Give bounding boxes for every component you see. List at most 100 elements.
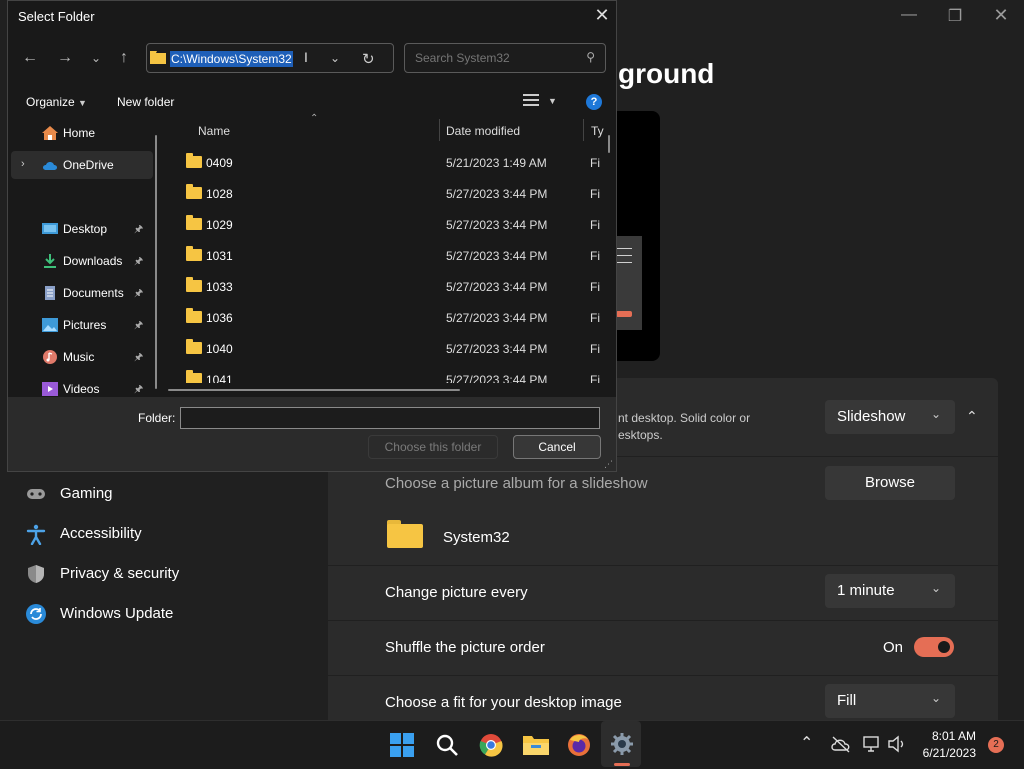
change-every-dropdown[interactable]: 1 minute ⌄ — [825, 574, 955, 608]
table-row[interactable]: 0409 5/21/2023 1:49 AM Fi — [166, 147, 610, 177]
chevron-down-icon: ⌄ — [930, 581, 941, 595]
file-name: 1031 — [206, 249, 233, 263]
table-row[interactable]: 1029 5/27/2023 3:44 PM Fi — [166, 209, 610, 239]
column-divider[interactable] — [439, 119, 440, 141]
forward-button[interactable]: → — [55, 49, 75, 67]
file-name: 1036 — [206, 311, 233, 325]
resize-grip-icon[interactable]: ⋰ — [604, 459, 613, 470]
clock-time[interactable]: 8:01 AM — [930, 729, 976, 743]
pin-icon[interactable]: 🖈 — [134, 318, 143, 335]
table-row[interactable]: 1033 5/27/2023 3:44 PM Fi — [166, 271, 610, 301]
folder-icon — [387, 520, 423, 548]
maximize-button[interactable]: ❐ — [935, 6, 975, 26]
chevron-up-icon[interactable]: ⌃ — [966, 408, 978, 425]
view-options-icon[interactable] — [523, 94, 539, 108]
document-icon — [45, 286, 55, 300]
network-icon[interactable] — [863, 735, 883, 753]
refresh-button[interactable]: ↻ — [362, 50, 375, 68]
taskbar: ⌃ 8:01 AM 6/21/2023 2 — [0, 720, 1024, 769]
videos-icon — [42, 382, 58, 396]
minimize-button[interactable]: — — [889, 6, 929, 24]
chevron-right-icon[interactable]: › — [21, 158, 25, 170]
nav-pane-item-home[interactable]: Home — [8, 119, 153, 147]
nav-pane-item-desktop[interactable]: Desktop 🖈 — [8, 215, 153, 243]
nav-pane-scrollbar[interactable] — [155, 135, 157, 389]
nav-pane-label: Home — [63, 126, 96, 140]
firefox-icon[interactable] — [567, 733, 591, 757]
search-icon[interactable] — [435, 733, 459, 757]
clock-date[interactable]: 6/21/2023 — [918, 746, 976, 760]
nav-pane-item-music[interactable]: Music 🖈 — [8, 343, 153, 371]
search-input[interactable] — [413, 50, 577, 66]
browse-label: Browse — [864, 474, 916, 491]
organize-button[interactable]: Organize ▼ — [26, 95, 87, 109]
pin-icon[interactable]: 🖈 — [134, 286, 143, 303]
cloud-offline-icon[interactable] — [831, 735, 851, 753]
close-button[interactable]: ✕ — [981, 5, 1021, 26]
sort-ascending-icon: ⌃ — [310, 113, 319, 124]
start-icon[interactable] — [390, 733, 414, 757]
view-dropdown-button[interactable]: ▼ — [548, 96, 557, 106]
table-row[interactable]: 1031 5/27/2023 3:44 PM Fi — [166, 240, 610, 270]
folder-icon — [150, 51, 166, 64]
background-type-dropdown[interactable]: Slideshow ⌄ — [825, 400, 955, 434]
file-name: 1028 — [206, 187, 233, 201]
change-every-value: 1 minute — [837, 582, 895, 599]
active-app-indicator — [614, 763, 630, 766]
folder-icon — [186, 184, 202, 199]
nav-label: Gaming — [60, 485, 113, 502]
up-button[interactable]: ↑ — [114, 49, 134, 67]
nav-label: Accessibility — [60, 525, 142, 542]
folder-field[interactable] — [180, 407, 600, 429]
shuffle-toggle[interactable] — [914, 637, 954, 657]
nav-pane-item-pictures[interactable]: Pictures 🖈 — [8, 311, 153, 339]
back-button[interactable]: ← — [20, 49, 40, 67]
chevron-up-icon[interactable]: ⌃ — [800, 733, 813, 753]
file-type: Fi — [590, 311, 600, 325]
nav-label: Privacy & security — [60, 565, 180, 582]
search-box[interactable]: ⚲ — [404, 43, 606, 73]
browse-button[interactable]: Browse — [825, 466, 955, 500]
folder-icon — [186, 277, 202, 292]
album-folder-name: System32 — [443, 529, 510, 546]
pin-icon[interactable]: 🖈 — [134, 254, 143, 271]
album-label: Choose a picture album for a slideshow — [385, 475, 648, 492]
fit-dropdown[interactable]: Fill ⌄ — [825, 684, 955, 718]
nav-pane-item-documents[interactable]: Documents 🖈 — [8, 279, 153, 307]
file-list-vertical-scrollbar[interactable] — [608, 135, 610, 153]
file-list-horizontal-scrollbar[interactable] — [168, 389, 460, 391]
text-cursor-icon: I — [304, 49, 308, 65]
dialog-close-button[interactable]: ✕ — [592, 5, 612, 26]
cancel-button[interactable]: Cancel — [513, 435, 601, 459]
table-row[interactable]: 1041 5/27/2023 3:44 PM Fi — [166, 364, 610, 383]
help-icon[interactable]: ? — [586, 94, 602, 110]
table-row[interactable]: 1028 5/27/2023 3:44 PM Fi — [166, 178, 610, 208]
column-header-date[interactable]: Date modified — [446, 124, 520, 138]
choose-folder-button[interactable]: Choose this folder — [368, 435, 498, 459]
file-date: 5/27/2023 3:44 PM — [446, 373, 548, 383]
new-folder-button[interactable]: New folder — [117, 95, 174, 109]
file-explorer-icon[interactable] — [523, 733, 549, 757]
file-date: 5/27/2023 3:44 PM — [446, 218, 548, 232]
chrome-icon[interactable] — [479, 733, 503, 757]
table-row[interactable]: 1040 5/27/2023 3:44 PM Fi — [166, 333, 610, 363]
column-divider[interactable] — [583, 119, 584, 141]
page-title: ground — [618, 58, 715, 89]
pin-icon[interactable]: 🖈 — [134, 382, 143, 397]
table-row[interactable]: 1036 5/27/2023 3:44 PM Fi — [166, 302, 610, 332]
recent-locations-button[interactable]: ⌄ — [86, 51, 106, 65]
pin-icon[interactable]: 🖈 — [134, 350, 143, 367]
pin-icon[interactable]: 🖈 — [134, 222, 143, 239]
search-icon: ⚲ — [586, 50, 595, 64]
nav-pane-item-downloads[interactable]: Downloads 🖈 — [8, 247, 153, 275]
column-header-type[interactable]: Ty — [591, 124, 604, 138]
home-icon — [42, 126, 58, 140]
nav-label: Windows Update — [60, 605, 174, 622]
nav-pane-item-videos[interactable]: Videos 🖈 — [8, 375, 153, 397]
nav-pane-item-onedrive[interactable]: › OneDrive — [11, 151, 153, 179]
address-text[interactable]: C:\Windows\System32 — [170, 51, 293, 67]
volume-icon[interactable] — [887, 735, 907, 753]
address-dropdown-button[interactable]: ⌄ — [330, 51, 340, 65]
column-header-name[interactable]: Name — [198, 124, 230, 138]
notification-badge[interactable]: 2 — [988, 737, 1004, 753]
